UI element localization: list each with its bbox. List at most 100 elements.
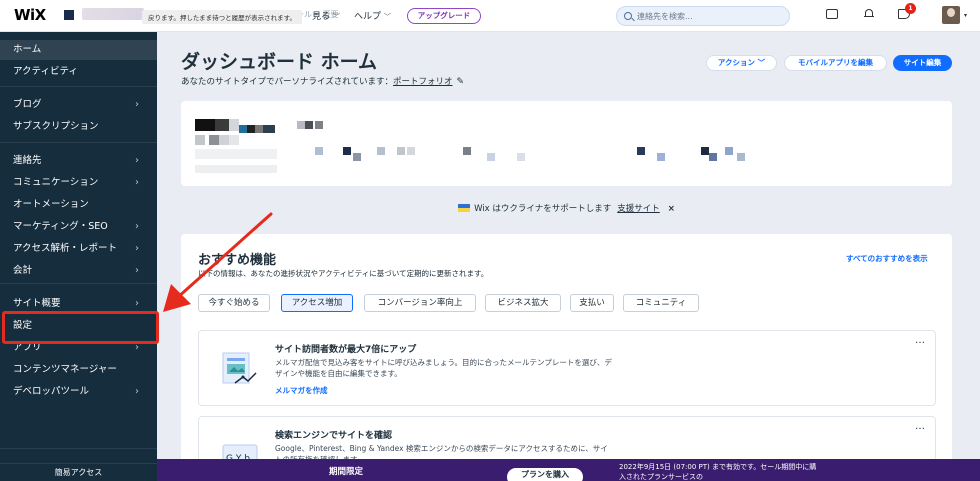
sidebar-item[interactable]: コンテンツマネージャー [0, 360, 157, 380]
feature-title: サイト訪問者数が最大7倍にアップ [275, 345, 417, 355]
red-arrow-icon [163, 212, 273, 312]
sidebar-item[interactable]: サブスクリプション [0, 117, 157, 137]
blurred-details [657, 153, 665, 161]
more-options-icon[interactable]: … [915, 335, 925, 346]
blurred-details [407, 147, 415, 155]
edit-site-button[interactable]: サイト編集 [893, 55, 952, 71]
bell-icon[interactable] [864, 8, 874, 20]
sidebar-item[interactable]: ブログ › [0, 95, 157, 115]
promo-label: 期間限定 [329, 467, 364, 477]
blurred-details [737, 153, 745, 161]
site-thumbnail-blurred [195, 119, 277, 174]
sidebar-item[interactable]: オートメーション [0, 195, 157, 215]
blurred-details [343, 147, 351, 155]
page-title: ダッシュボード ホーム [181, 51, 378, 73]
sidebar-divider [0, 142, 157, 143]
sidebar-item-label: アクセス解析・レポート [13, 243, 118, 254]
search-icon [624, 12, 632, 20]
chevron-down-icon: ﹀ [384, 13, 392, 21]
chip-community[interactable]: コミュニティ [623, 294, 699, 312]
site-overview-card[interactable] [181, 101, 952, 186]
feature-title: 検索エンジンでサイトを確認 [275, 431, 393, 441]
close-icon[interactable]: × [668, 204, 675, 214]
sidebar-item[interactable]: アクティビティ [0, 62, 157, 82]
edit-mobile-app-button[interactable]: モバイルアプリを編集 [784, 55, 887, 71]
newsletter-illustration-icon [222, 352, 257, 384]
quick-access[interactable]: 簡易アクセス [0, 463, 157, 481]
sidebar-divider [0, 86, 157, 87]
chip-increase-traffic[interactable]: アクセス増加 [281, 294, 353, 312]
sidebar-item-label: 会計 [13, 265, 33, 276]
sidebar-item-label: コミュニケーション [13, 177, 99, 188]
settings-highlight-box [2, 311, 159, 344]
sidebar-item[interactable]: マーケティング・SEO › [0, 217, 157, 237]
chevron-right-icon: › [135, 386, 139, 397]
chevron-right-icon: › [135, 177, 139, 188]
chevron-down-icon[interactable]: ▾ [964, 12, 967, 19]
blurred-details [463, 147, 471, 155]
feature-description: メルマガ配信で見込み客をサイトに呼び込みましょう。目的に合ったメールテンプレート… [275, 358, 612, 378]
nav-help-label: ヘルプ [354, 12, 382, 22]
sidebar-item[interactable]: コミュニケーション › [0, 173, 157, 193]
site-icon[interactable] [64, 10, 74, 20]
sidebar-item-label: マーケティング・SEO [13, 221, 108, 232]
sidebar-item[interactable]: 連絡先 › [0, 151, 157, 171]
sidebar-item[interactable]: アクセス解析・レポート › [0, 239, 157, 259]
buy-plan-button[interactable]: プランを購入 [507, 468, 583, 481]
nav-view-menu[interactable]: 見る ﹀ [312, 9, 340, 22]
sidebar-item[interactable]: ホーム [0, 40, 157, 60]
chat-icon[interactable] [826, 9, 838, 19]
recommendations-card: おすすめ機能 以下の情報は、あなたの進捗状況やアクティビティに基づいて定期的に更… [181, 234, 952, 481]
feature-card-newsletter[interactable]: サイト訪問者数が最大7倍にアップ メルマガ配信で見込み客をサイトに呼び込みましょ… [198, 330, 936, 406]
avatar[interactable] [942, 6, 960, 24]
blurred-site-title [305, 121, 313, 129]
view-all-recommendations-link[interactable]: すべてのおすすめを表示 [846, 253, 928, 264]
sidebar-item-label: ブログ [13, 99, 42, 110]
site-name-blurred[interactable] [82, 8, 144, 20]
action-button[interactable]: アクション ﹀ [706, 55, 777, 71]
nav-view-label: 見る [312, 12, 331, 22]
top-bar: WiX ブ・ビジネス・ツール・ 概要 戻ります。押したまま待つと履歴が表示されま… [0, 0, 980, 32]
search-input[interactable] [637, 10, 787, 22]
site-type-link[interactable]: ポートフォリオ [393, 77, 453, 87]
promo-banner: 期間限定 プランを購入 2022年9月15日 (07:00 PT) まで有効です… [157, 459, 980, 481]
blurred-details [487, 153, 495, 161]
chevron-right-icon: › [135, 99, 139, 110]
nav-help-menu[interactable]: ヘルプ ﹀ [354, 9, 391, 22]
blurred-details [315, 147, 323, 155]
chip-conversion[interactable]: コンバージョン率向上 [364, 294, 476, 312]
more-options-icon[interactable]: … [915, 421, 925, 432]
chevron-right-icon: › [135, 265, 139, 276]
chevron-right-icon: › [135, 221, 139, 232]
sidebar: 簡易アクセス ホーム アクティビティ ブログ › サブスクリプション 連絡先 › コミュニケー… [0, 32, 157, 481]
promo-text: 2022年9月15日 (07:00 PT) まで有効です。セール期間中に購入され… [619, 463, 817, 481]
sidebar-divider [0, 448, 157, 449]
chevron-down-icon: ﹀ [333, 13, 341, 21]
subtitle-text: あなたのサイトタイプでパーソナライズされています： [181, 77, 393, 87]
chevron-right-icon: › [135, 243, 139, 254]
create-newsletter-link[interactable]: メルマガを作成 [275, 385, 328, 396]
sidebar-item-label: 連絡先 [13, 155, 42, 166]
chip-business-growth[interactable]: ビジネス拡大 [485, 294, 561, 312]
action-label: アクション [717, 58, 755, 67]
sidebar-item[interactable]: デベロッパツール › [0, 382, 157, 402]
ukraine-support-banner: Wix はウクライナをサポートします 支援サイト × [181, 202, 952, 214]
sidebar-item-label: オートメーション [13, 199, 89, 210]
pencil-icon[interactable]: ✎ [457, 77, 465, 87]
blurred-details [701, 147, 709, 155]
ukraine-text: Wix はウクライナをサポートします [474, 204, 612, 214]
sidebar-item-label: デベロッパツール [13, 386, 90, 397]
blurred-details [725, 147, 733, 155]
blurred-details [709, 153, 717, 161]
blurred-site-title [315, 121, 323, 129]
contact-search[interactable] [616, 6, 790, 26]
sidebar-item-label: ホーム [13, 44, 42, 55]
sidebar-divider [0, 283, 157, 284]
chip-payments[interactable]: 支払い [570, 294, 614, 312]
sidebar-item[interactable]: 会計 › [0, 261, 157, 281]
upgrade-button[interactable]: アップグレード [407, 8, 481, 24]
sidebar-item-label: アクティビティ [13, 66, 78, 77]
support-site-link[interactable]: 支援サイト [617, 204, 660, 214]
wix-logo[interactable]: WiX [14, 6, 46, 24]
notification-badge: 1 [905, 3, 916, 14]
